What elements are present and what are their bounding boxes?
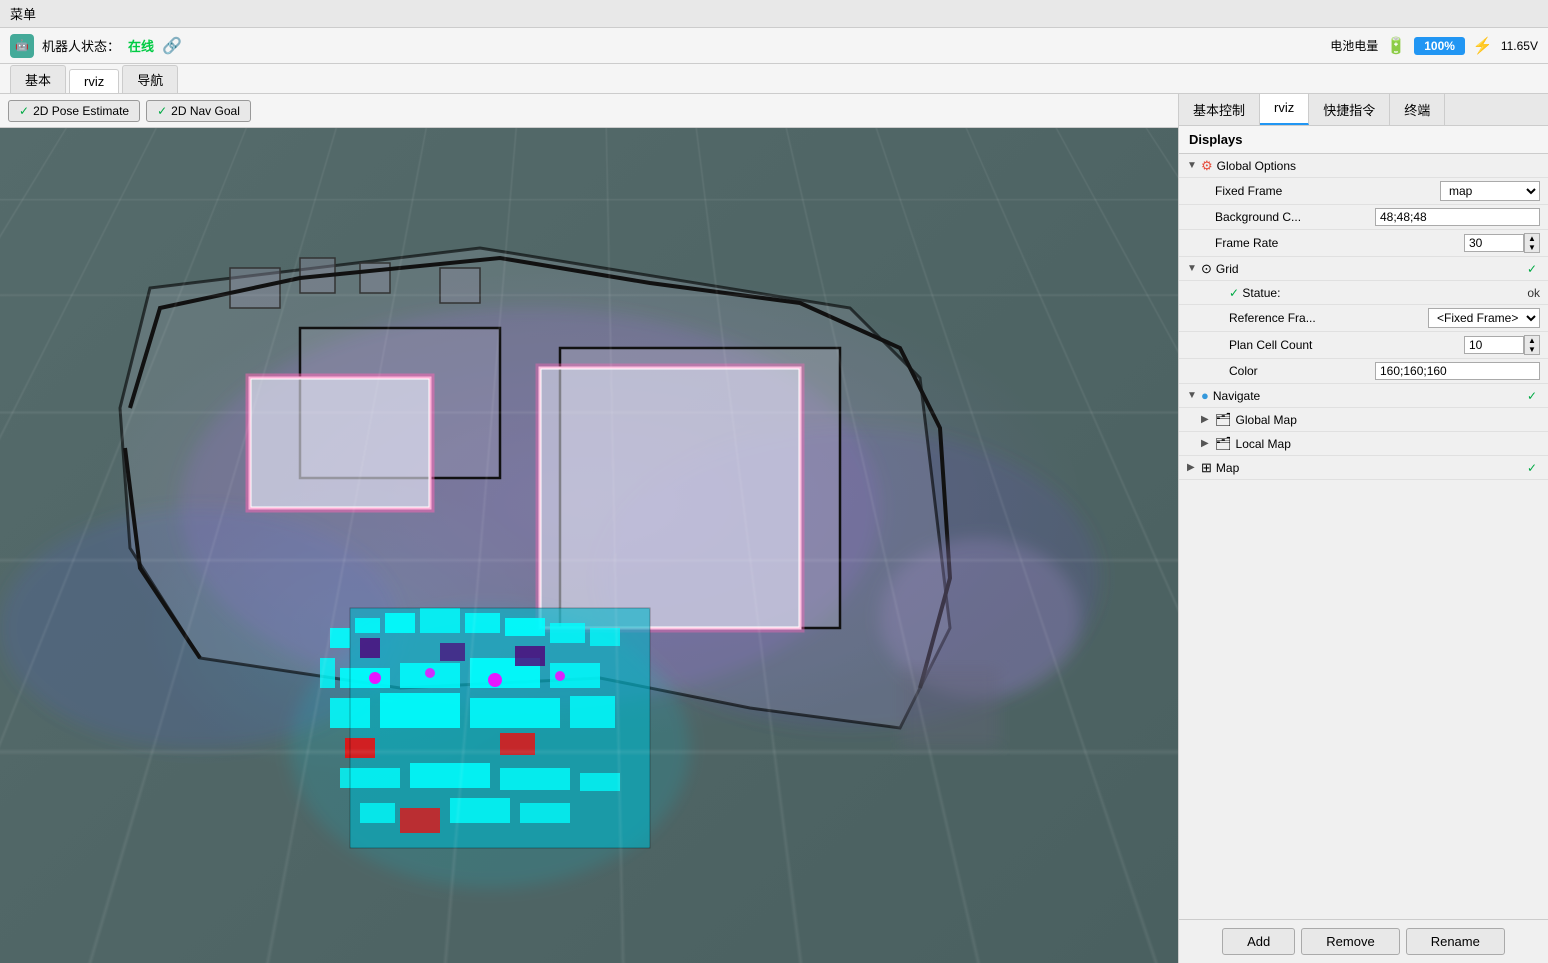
header-right: 电池电量 🔋 100% ⚡ 11.65V: [1330, 36, 1538, 56]
menu-bar: 菜单: [0, 0, 1548, 28]
global-map-row[interactable]: ▶ 🗂 Global Map: [1179, 408, 1548, 432]
grid-check: ✓: [1527, 262, 1537, 276]
expand-global-options[interactable]: ▼: [1187, 160, 1201, 171]
expand-navigate[interactable]: ▼: [1187, 390, 1201, 401]
left-panel: ✓ 2D Pose Estimate ✓ 2D Nav Goal: [0, 94, 1178, 963]
navigate-icon: ●: [1201, 388, 1209, 403]
ref-frame-select[interactable]: <Fixed Frame>: [1428, 308, 1540, 328]
battery-label: 电池电量: [1330, 37, 1378, 54]
voltage-value: 11.65V: [1501, 39, 1538, 53]
expand-global-map[interactable]: ▶: [1201, 414, 1215, 425]
menu-label[interactable]: 菜单: [10, 4, 36, 23]
color-label: Color: [1229, 364, 1375, 378]
right-panel: 基本控制 rviz 快捷指令 终端 Displays ▼ ⚙ Global Op…: [1178, 94, 1548, 963]
check-icon: ✓: [19, 104, 29, 118]
nav-goal-button[interactable]: ✓ 2D Nav Goal: [146, 100, 251, 122]
fixed-frame-row: Fixed Frame map: [1179, 178, 1548, 205]
local-map-label: Local Map: [1236, 437, 1540, 451]
tab-shortcuts[interactable]: 快捷指令: [1309, 94, 1390, 125]
robot-status-label: 机器人状态：: [42, 36, 120, 55]
ref-frame-control[interactable]: <Fixed Frame>: [1428, 308, 1540, 328]
top-tab-bar: 基本 rviz 导航: [0, 64, 1548, 94]
remove-button[interactable]: Remove: [1301, 928, 1399, 955]
statue-value: ok: [1527, 286, 1540, 300]
power-icon: ⚡: [1473, 36, 1493, 56]
displays-panel: Displays ▼ ⚙ Global Options Fixed Frame …: [1179, 126, 1548, 919]
global-options-label: Global Options: [1217, 159, 1540, 173]
navigate-label: Navigate: [1213, 389, 1527, 403]
background-color-label: Background C...: [1215, 210, 1375, 224]
toolbar: ✓ 2D Pose Estimate ✓ 2D Nav Goal: [0, 94, 1178, 128]
map-svg: [0, 128, 1178, 963]
navigate-check: ✓: [1527, 389, 1537, 403]
background-color-input[interactable]: [1375, 208, 1540, 226]
map-check: ✓: [1527, 461, 1537, 475]
tab-rviz[interactable]: rviz: [69, 69, 119, 93]
ref-frame-row: Reference Fra... <Fixed Frame>: [1179, 305, 1548, 332]
global-options-icon: ⚙: [1201, 158, 1213, 174]
frame-rate-row: Frame Rate ▲▼: [1179, 230, 1548, 257]
global-map-label: Global Map: [1236, 413, 1540, 427]
bottom-buttons: Add Remove Rename: [1179, 919, 1548, 963]
background-color-row: Background C...: [1179, 205, 1548, 230]
right-tab-bar: 基本控制 rviz 快捷指令 终端: [1179, 94, 1548, 126]
tab-basic-ctrl[interactable]: 基本控制: [1179, 94, 1260, 125]
tab-nav[interactable]: 导航: [122, 65, 178, 93]
pose-estimate-button[interactable]: ✓ 2D Pose Estimate: [8, 100, 140, 122]
global-options-row[interactable]: ▼ ⚙ Global Options: [1179, 154, 1548, 178]
spin-up2[interactable]: ▲▼: [1524, 335, 1540, 355]
displays-header: Displays: [1179, 126, 1548, 154]
pose-estimate-label: 2D Pose Estimate: [33, 104, 129, 118]
canvas-area[interactable]: [0, 128, 1178, 963]
robot-icon: 🤖: [10, 34, 34, 58]
statue-row: ✓ Statue: ok: [1179, 281, 1548, 305]
battery-icon: 🔋: [1386, 36, 1406, 56]
tab-terminal[interactable]: 终端: [1390, 94, 1445, 125]
map-row[interactable]: ▶ ⊞ Map ✓: [1179, 456, 1548, 480]
frame-rate-input[interactable]: [1464, 234, 1524, 252]
plan-cell-count-input[interactable]: [1464, 336, 1524, 354]
grid-label: Grid: [1216, 262, 1527, 276]
navigate-row[interactable]: ▼ ● Navigate ✓: [1179, 384, 1548, 408]
link-icon: 🔗: [162, 36, 182, 56]
local-map-icon: 🗂: [1215, 436, 1232, 452]
expand-map[interactable]: ▶: [1187, 462, 1201, 473]
plan-cell-count-row: Plan Cell Count ▲▼: [1179, 332, 1548, 359]
fixed-frame-label: Fixed Frame: [1215, 184, 1440, 198]
color-input[interactable]: [1375, 362, 1540, 380]
color-row: Color: [1179, 359, 1548, 384]
plan-cell-count-spinner[interactable]: ▲▼: [1464, 335, 1540, 355]
status-online: 在线: [128, 36, 154, 55]
global-map-icon: 🗂: [1215, 412, 1232, 428]
grid-row[interactable]: ▼ ⊙ Grid ✓: [1179, 257, 1548, 281]
header-left: 🤖 机器人状态： 在线 🔗: [10, 34, 182, 58]
displays-tree: ▼ ⚙ Global Options Fixed Frame map: [1179, 154, 1548, 480]
check-icon2: ✓: [157, 104, 167, 118]
map-icon: ⊞: [1201, 460, 1212, 476]
nav-goal-label: 2D Nav Goal: [171, 104, 240, 118]
expand-local-map[interactable]: ▶: [1201, 438, 1215, 449]
battery-percent: 100%: [1414, 37, 1465, 55]
tab-rviz-right[interactable]: rviz: [1260, 94, 1309, 125]
expand-grid[interactable]: ▼: [1187, 263, 1201, 274]
fixed-frame-select[interactable]: map: [1440, 181, 1540, 201]
statue-label: ✓ Statue:: [1229, 286, 1527, 300]
spin-up[interactable]: ▲▼: [1524, 233, 1540, 253]
tab-basic[interactable]: 基本: [10, 65, 66, 93]
plan-cell-count-label: Plan Cell Count: [1229, 338, 1464, 352]
ref-frame-label: Reference Fra...: [1229, 311, 1428, 325]
main-layout: ✓ 2D Pose Estimate ✓ 2D Nav Goal: [0, 94, 1548, 963]
frame-rate-label: Frame Rate: [1215, 236, 1464, 250]
rename-button[interactable]: Rename: [1406, 928, 1505, 955]
local-map-row[interactable]: ▶ 🗂 Local Map: [1179, 432, 1548, 456]
grid-icon: ⊙: [1201, 261, 1212, 277]
header-bar: 🤖 机器人状态： 在线 🔗 电池电量 🔋 100% ⚡ 11.65V: [0, 28, 1548, 64]
frame-rate-spinner[interactable]: ▲▼: [1464, 233, 1540, 253]
add-button[interactable]: Add: [1222, 928, 1295, 955]
map-label: Map: [1216, 461, 1527, 475]
fixed-frame-control[interactable]: map: [1440, 181, 1540, 201]
